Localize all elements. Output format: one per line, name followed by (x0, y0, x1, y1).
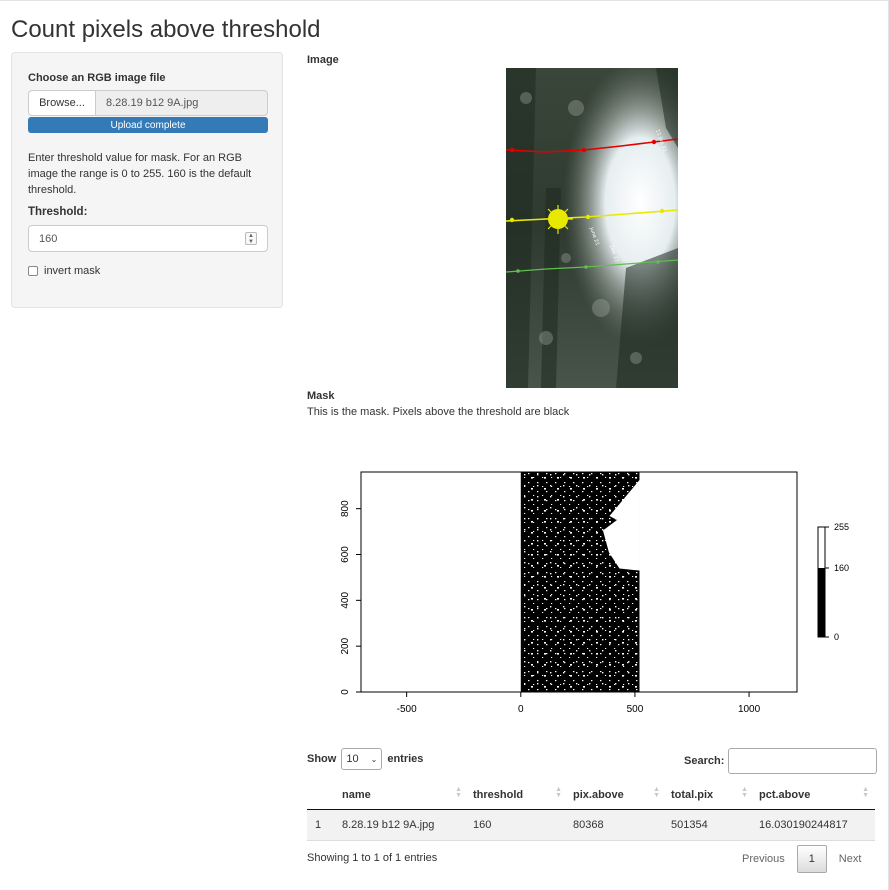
show-label: Show (307, 753, 337, 765)
sort-icon: ▲ ▼ (862, 785, 869, 799)
page-length-control: Show 10 ⌄ entries (307, 748, 423, 770)
spinner-arrows-icon[interactable]: ▲ ▼ (245, 232, 257, 245)
y-tick-label: 0 (340, 689, 351, 695)
file-input-label: Choose an RGB image file (28, 72, 166, 84)
y-tick-label: 800 (340, 500, 351, 517)
threshold-input[interactable]: 160 ▲ ▼ (28, 225, 268, 252)
x-axis: -500 0 500 1000 (397, 692, 761, 715)
image-heading: Image (307, 54, 339, 66)
y-axis: 0 200 400 600 800 (340, 500, 361, 695)
column-label: name (342, 788, 371, 801)
table-row[interactable]: 1 8.28.19 b12 9A.jpg 160 80368 501354 16… (307, 810, 875, 841)
colorbar-white-segment (818, 527, 825, 568)
table-cell: 80368 (573, 819, 604, 831)
invert-mask-label: invert mask (44, 265, 101, 277)
search-label: Search: (684, 755, 725, 767)
threshold-label: Threshold: (28, 206, 88, 218)
x-tick-label: -500 (397, 704, 417, 715)
top-border (0, 0, 889, 1)
previous-page-button[interactable]: Previous (732, 845, 795, 873)
sort-icon: ▲ ▼ (741, 785, 748, 799)
sidebar-panel: Choose an RGB image file Browse... 8.28.… (11, 52, 283, 308)
column-header-pct-above[interactable]: pct.above ▲ ▼ (754, 785, 875, 801)
table-header: name ▲ ▼ threshold ▲ ▼ pix.above ▲ ▼ total.pix… (307, 780, 875, 810)
column-label: pct.above (759, 788, 811, 801)
page-length-select[interactable]: 10 ⌄ (341, 748, 383, 770)
canopy-photo-graphic: 11 Jun 21 June 21 Dec 21 (506, 68, 678, 388)
table-search: Search: (684, 748, 878, 774)
table-cell: 1 (315, 819, 322, 831)
colorbar-tick-label: 0 (834, 632, 839, 642)
sort-icon: ▲ ▼ (455, 785, 462, 799)
y-tick-label: 200 (340, 637, 351, 654)
x-tick-label: 1000 (738, 704, 761, 715)
colorbar-tick-label: 160 (834, 563, 849, 573)
table-cell: 16.030190244817 (759, 819, 848, 831)
mask-plot: -500 0 500 1000 0 200 400 600 800 0 160 255 (340, 471, 849, 715)
table-cell: 160 (473, 819, 492, 831)
colorbar-tick-label: 255 (834, 522, 849, 532)
y-tick-label: 400 (340, 592, 351, 609)
x-tick-label: 0 (518, 704, 524, 715)
table-cell: 8.28.19 b12 9A.jpg (342, 819, 435, 831)
chevron-down-icon: ⌄ (370, 754, 378, 764)
threshold-value: 160 (39, 232, 58, 245)
column-label: pix.above (573, 788, 624, 801)
mask-description: This is the mask. Pixels above the thres… (307, 406, 570, 418)
page-1-button[interactable]: 1 (796, 845, 827, 873)
pagination: Previous 1 Next (732, 845, 871, 873)
column-header-pix-above[interactable]: pix.above ▲ ▼ (568, 785, 666, 801)
mask-heading: Mask (307, 390, 335, 402)
page-title: Count pixels above threshold (11, 16, 321, 43)
column-label: total.pix (671, 788, 714, 801)
column-header-total-pix[interactable]: total.pix ▲ ▼ (666, 785, 754, 801)
colorbar-black-segment (818, 567, 825, 637)
x-tick-label: 500 (627, 704, 644, 715)
file-name-field[interactable]: 8.28.19 b12 9A.jpg (96, 90, 268, 116)
file-input: Browse... 8.28.19 b12 9A.jpg (28, 90, 268, 116)
sort-icon: ▲ ▼ (555, 785, 562, 799)
threshold-help-text: Enter threshold value for mask. For an R… (28, 152, 252, 196)
results-table: name ▲ ▼ threshold ▲ ▼ pix.above ▲ ▼ total.pix… (307, 780, 875, 841)
invert-mask-option[interactable]: invert mask (28, 265, 100, 277)
mask-image-layer (520, 472, 640, 692)
column-header-name[interactable]: name ▲ ▼ (337, 785, 468, 801)
y-tick-label: 600 (340, 546, 351, 563)
table-info: Showing 1 to 1 of 1 entries (307, 852, 438, 864)
canopy-photo: 11 Jun 21 June 21 Dec 21 (506, 68, 678, 388)
search-input[interactable] (728, 748, 878, 774)
column-header-threshold[interactable]: threshold ▲ ▼ (468, 785, 568, 801)
upload-progress-bar: Upload complete (28, 117, 268, 133)
next-page-button[interactable]: Next (829, 845, 872, 873)
sort-icon: ▲ ▼ (653, 785, 660, 799)
browse-button[interactable]: Browse... (28, 90, 96, 116)
column-label: threshold (473, 788, 524, 801)
invert-mask-checkbox[interactable] (28, 266, 38, 276)
table-cell: 501354 (671, 819, 708, 831)
page-length-value: 10 (346, 753, 359, 765)
colorbar: 0 160 255 (817, 522, 849, 642)
entries-label: entries (387, 753, 424, 765)
